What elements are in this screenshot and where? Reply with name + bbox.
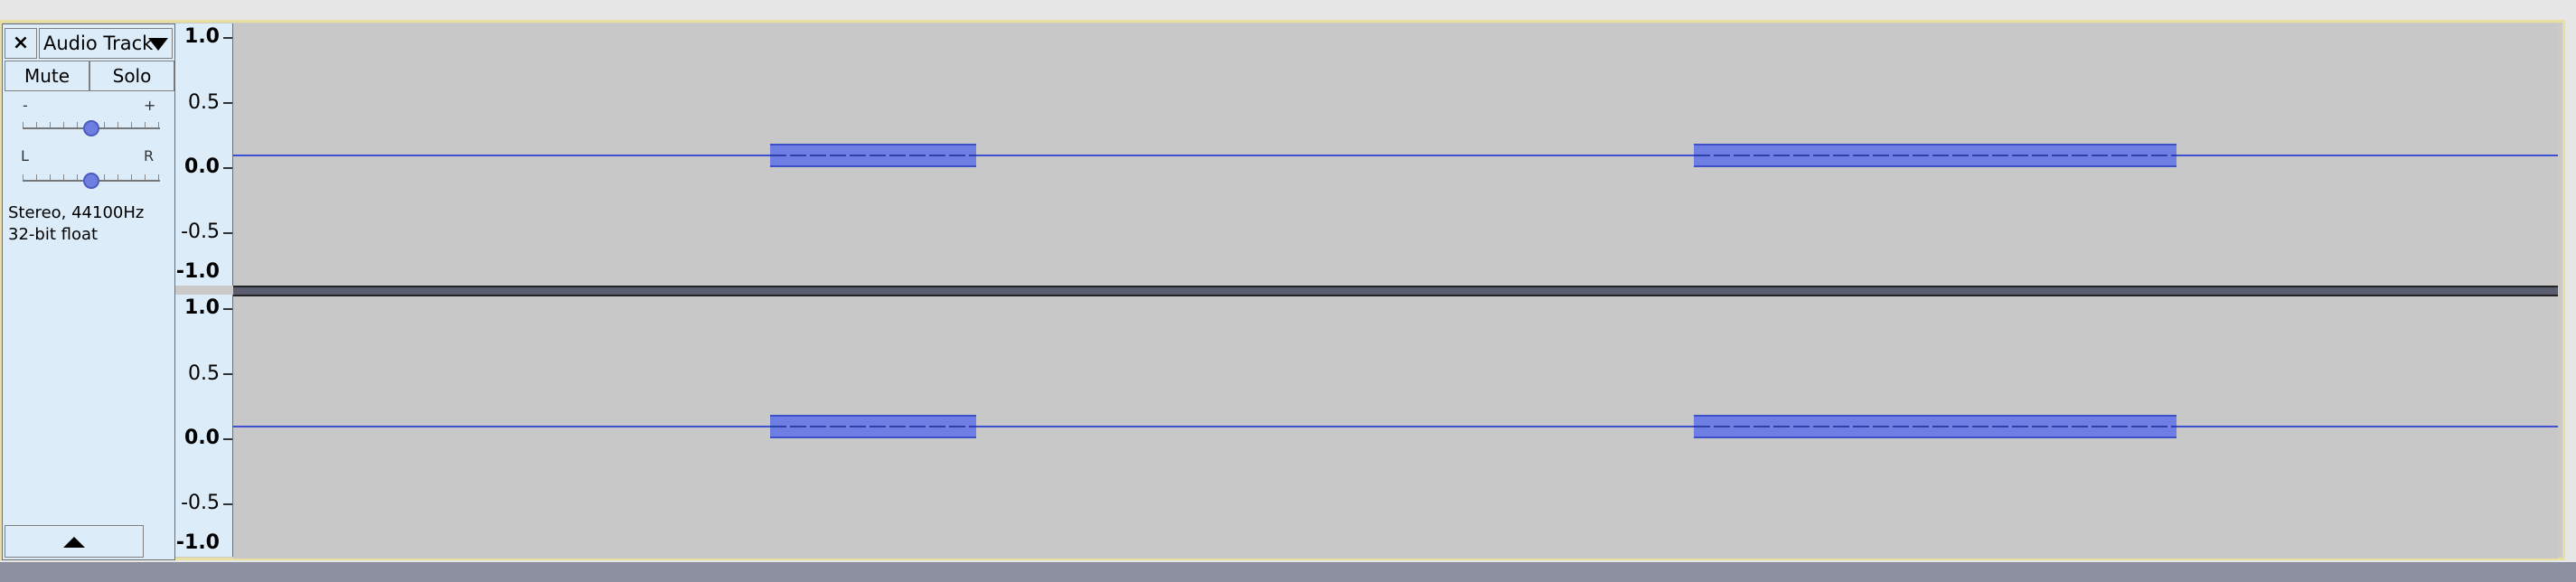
ruler-label: -0.5 — [181, 221, 220, 243]
vertical-ruler-bottom: 1.0 0.5 0.0 -0.5 -1.0 — [175, 295, 233, 557]
pan-slider[interactable] — [23, 169, 160, 191]
zero-line — [233, 426, 2558, 427]
ruler-label: 1.0 — [184, 25, 220, 48]
ruler-label: -1.0 — [175, 531, 220, 554]
audio-clip[interactable] — [770, 415, 976, 438]
track-name-label: Audio Track — [43, 33, 154, 54]
ruler-label: 0.0 — [184, 427, 220, 449]
solo-button[interactable]: Solo — [89, 61, 174, 91]
vertical-ruler-top: 1.0 0.5 0.0 -0.5 -1.0 — [175, 23, 233, 286]
ruler-label: 0.0 — [184, 155, 220, 178]
gain-slider[interactable] — [23, 117, 160, 138]
ruler-label: 0.5 — [188, 91, 220, 114]
pan-slider-thumb[interactable] — [83, 173, 99, 189]
track-control-panel: × Audio Track Mute Solo - + L R Stereo, … — [2, 23, 175, 560]
audio-clip[interactable] — [1694, 415, 2176, 438]
mute-button[interactable]: Mute — [5, 61, 89, 91]
ruler-label: 1.0 — [184, 296, 220, 319]
track-name-menu-button[interactable]: Audio Track — [39, 28, 173, 59]
audio-clip[interactable] — [770, 144, 976, 167]
background-area — [0, 562, 2576, 582]
channel-separator[interactable] — [233, 286, 2558, 296]
pan-right-label: R — [144, 147, 155, 164]
track-format-bits: 32-bit float — [8, 225, 99, 244]
ruler-label: -1.0 — [175, 260, 220, 283]
toolbar-strip — [0, 0, 2576, 16]
gain-slider-thumb[interactable] — [83, 120, 99, 136]
track-format-rate: Stereo, 44100Hz — [8, 203, 145, 222]
gain-min-label: - — [23, 97, 28, 114]
ruler-label: -0.5 — [181, 492, 220, 514]
close-track-button[interactable]: × — [5, 28, 37, 59]
waveform-channel-left[interactable] — [233, 23, 2558, 286]
ruler-label: 0.5 — [188, 362, 220, 385]
audio-clip[interactable] — [1694, 144, 2176, 167]
pan-left-label: L — [21, 147, 29, 164]
collapse-track-button[interactable] — [5, 525, 144, 558]
gain-max-label: + — [144, 97, 156, 114]
zero-line — [233, 155, 2558, 156]
waveform-channel-right[interactable] — [233, 296, 2558, 559]
dropdown-arrow-icon — [148, 38, 168, 51]
close-icon: × — [12, 32, 30, 54]
collapse-up-icon — [63, 537, 85, 548]
